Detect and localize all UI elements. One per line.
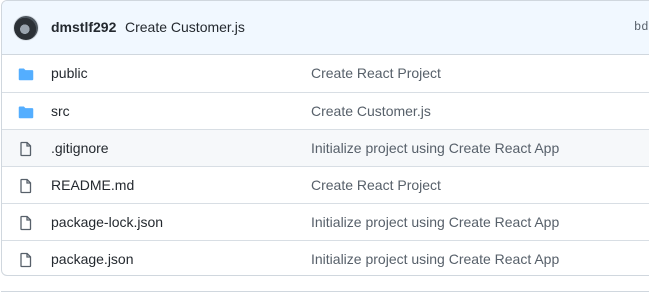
- avatar[interactable]: [14, 16, 38, 40]
- file-commit-message-link[interactable]: Create React Project: [311, 177, 441, 193]
- file-icon: [20, 215, 32, 231]
- file-row-package-json[interactable]: package.json Initialize project using Cr…: [2, 240, 649, 275]
- file-icon: [20, 178, 32, 194]
- file-name-link[interactable]: package-lock.json: [51, 214, 163, 230]
- folder-icon: [18, 68, 34, 81]
- file-commit-message-link[interactable]: Initialize project using Create React Ap…: [311, 251, 559, 267]
- commit-author-link[interactable]: dmstlf292: [51, 19, 116, 35]
- next-section-border: [1, 291, 649, 292]
- file-commit-message-link[interactable]: Create React Project: [311, 65, 441, 81]
- commit-hash-link[interactable]: bd: [634, 20, 648, 34]
- file-list: dmstlf292 Create Customer.js bd public C…: [1, 0, 649, 276]
- file-icon: [20, 141, 32, 157]
- file-name-link[interactable]: README.md: [51, 177, 134, 193]
- file-row-src[interactable]: src Create Customer.js: [2, 92, 649, 129]
- file-row-readme[interactable]: README.md Create React Project: [2, 166, 649, 203]
- file-commit-message-link[interactable]: Create Customer.js: [311, 103, 431, 119]
- file-name-link[interactable]: src: [51, 103, 70, 119]
- file-row-package-lock[interactable]: package-lock.json Initialize project usi…: [2, 203, 649, 240]
- file-commit-message-link[interactable]: Initialize project using Create React Ap…: [311, 140, 559, 156]
- file-name-link[interactable]: package.json: [51, 251, 134, 267]
- commit-message-link[interactable]: Create Customer.js: [125, 19, 245, 35]
- file-commit-message-link[interactable]: Initialize project using Create React Ap…: [311, 214, 559, 230]
- file-name-link[interactable]: .gitignore: [51, 140, 109, 156]
- file-icon: [20, 252, 32, 268]
- file-name-link[interactable]: public: [51, 65, 88, 81]
- file-row-gitignore[interactable]: .gitignore Initialize project using Crea…: [2, 129, 649, 166]
- latest-commit-bar: dmstlf292 Create Customer.js bd: [2, 1, 649, 55]
- folder-icon: [18, 106, 34, 119]
- file-row-public[interactable]: public Create React Project: [2, 55, 649, 92]
